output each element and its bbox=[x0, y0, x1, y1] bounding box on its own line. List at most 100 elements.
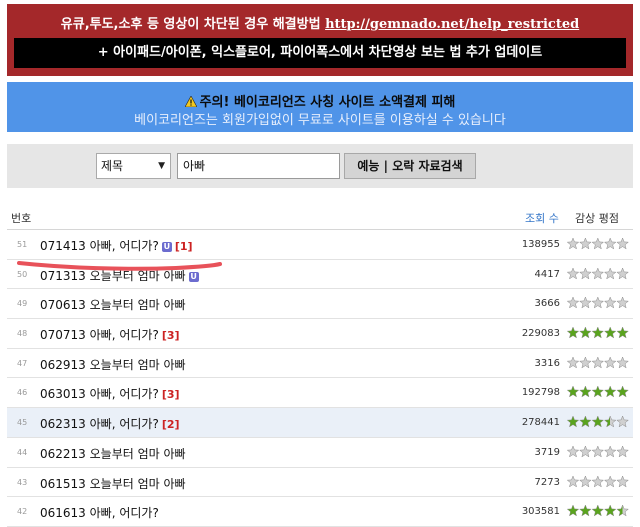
star-icon bbox=[566, 415, 580, 428]
star-rating bbox=[566, 325, 629, 341]
star-icon bbox=[591, 237, 605, 250]
star-icon bbox=[566, 445, 580, 458]
row-views: 3666 bbox=[534, 298, 560, 310]
table-row[interactable]: 44 062213 오늘부터 엄마 아빠 3719 bbox=[7, 437, 633, 468]
table-row[interactable]: 48 070713 아빠, 어디가? [3] 229083 bbox=[7, 319, 633, 349]
star-icon bbox=[591, 415, 605, 428]
table-row[interactable]: 43 061513 오늘부터 엄마 아빠 7273 bbox=[7, 467, 633, 498]
star-icon bbox=[579, 237, 592, 250]
star-icon bbox=[616, 504, 629, 517]
star-icon bbox=[566, 474, 580, 487]
update-banner[interactable]: + 아이패드/아이폰, 익스플로어, 파이어폭스에서 차단영상 보는 법 추가 … bbox=[14, 38, 626, 68]
comment-count: [2] bbox=[161, 418, 180, 432]
header-rating: 감상 평점 bbox=[575, 212, 619, 225]
page: 유큐,투도,소후 등 영상이 차단된 경우 해결방법 http://gemnad… bbox=[0, 0, 640, 527]
header-views[interactable]: 조회 수 bbox=[525, 210, 559, 226]
star-icon bbox=[579, 415, 592, 428]
row-title-link[interactable]: 070713 아빠, 어디가? [3] bbox=[40, 326, 180, 343]
star-icon bbox=[566, 385, 580, 398]
row-number: 44 bbox=[17, 447, 28, 457]
row-title-text: 061513 오늘부터 엄마 아빠 bbox=[40, 476, 186, 491]
updated-badge-icon: U bbox=[188, 271, 199, 282]
star-rating bbox=[566, 295, 629, 311]
row-number: 48 bbox=[17, 329, 28, 339]
star-icon bbox=[603, 474, 617, 487]
row-title-link[interactable]: 061513 오늘부터 엄마 아빠 bbox=[40, 475, 186, 492]
row-title-link[interactable]: 062313 아빠, 어디가? [2] bbox=[40, 415, 180, 432]
row-number: 50 bbox=[17, 269, 28, 279]
row-title-text: 070713 아빠, 어디가? bbox=[40, 328, 159, 343]
star-icon bbox=[579, 356, 592, 369]
restriction-notice: 유큐,투도,소후 등 영상이 차단된 경우 해결방법 http://gemnad… bbox=[7, 4, 633, 76]
row-number: 42 bbox=[17, 507, 28, 517]
star-icon bbox=[591, 474, 605, 487]
star-icon bbox=[591, 385, 605, 398]
star-icon bbox=[616, 267, 629, 280]
star-icon bbox=[603, 504, 617, 517]
table-row[interactable]: 45 062313 아빠, 어디가? [2] 278441 bbox=[7, 408, 633, 438]
star-icon bbox=[616, 237, 629, 250]
row-views: 7273 bbox=[534, 476, 560, 488]
row-title-text: 062913 오늘부터 엄마 아빠 bbox=[40, 357, 186, 372]
star-rating bbox=[566, 503, 629, 519]
table-row[interactable]: 47 062913 오늘부터 엄마 아빠 3316 bbox=[7, 348, 633, 379]
row-title-link[interactable]: 071313 오늘부터 엄마 아빠 U bbox=[40, 267, 199, 284]
star-rating bbox=[566, 474, 629, 490]
warning-title-line: 주의! 베이코리언즈 사칭 사이트 소액결제 피해 bbox=[7, 91, 633, 110]
star-icon bbox=[616, 356, 629, 369]
star-icon bbox=[616, 474, 629, 487]
table-row[interactable]: 50 071313 오늘부터 엄마 아빠 U 4417 bbox=[7, 259, 633, 290]
row-number: 45 bbox=[17, 418, 28, 428]
row-views: 192798 bbox=[521, 387, 560, 399]
star-icon bbox=[616, 385, 629, 398]
row-title-link[interactable]: 071413 아빠, 어디가? U [1] bbox=[40, 237, 193, 254]
star-icon bbox=[603, 445, 617, 458]
row-number: 46 bbox=[17, 388, 28, 398]
table-row[interactable]: 42 061613 아빠, 어디가? 303581 bbox=[7, 497, 633, 527]
star-icon bbox=[603, 356, 617, 369]
row-views: 229083 bbox=[521, 328, 560, 340]
row-title-link[interactable]: 061613 아빠, 어디가? bbox=[40, 504, 159, 521]
row-title-link[interactable]: 062913 오늘부터 엄마 아빠 bbox=[40, 356, 186, 373]
notice-line: 유큐,투도,소후 등 영상이 차단된 경우 해결방법 http://gemnad… bbox=[7, 13, 633, 32]
updated-badge-icon: U bbox=[161, 242, 172, 252]
table-row[interactable]: 46 063013 아빠, 어디가? [3] 192798 bbox=[7, 378, 633, 409]
table-row[interactable]: 49 070613 오늘부터 엄마 아빠 3666 bbox=[7, 289, 633, 320]
search-button[interactable]: 예능 | 오락 자료검색 bbox=[344, 153, 476, 179]
star-icon bbox=[616, 415, 629, 428]
row-title-link[interactable]: 062213 오늘부터 엄마 아빠 bbox=[40, 445, 186, 462]
table-body: 51 071413 아빠, 어디가? U [1] 138955 50 071313 오늘부터… bbox=[7, 230, 633, 527]
row-number: 47 bbox=[17, 358, 28, 368]
star-icon bbox=[603, 267, 617, 280]
comment-count: [1] bbox=[174, 240, 193, 253]
warning-subtitle: 베이코리언즈는 회원가입없이 무료로 사이트를 이용하실 수 있습니다 bbox=[134, 113, 506, 128]
row-title-text: 070613 오늘부터 엄마 아빠 bbox=[40, 298, 186, 313]
table-header: 번호 조회 수 감상 평점 bbox=[7, 205, 633, 230]
row-title-text: 062313 아빠, 어디가? bbox=[40, 417, 159, 432]
row-title-link[interactable]: 070613 오늘부터 엄마 아빠 bbox=[40, 296, 186, 313]
select-value: 제목 bbox=[101, 159, 124, 173]
star-icon bbox=[591, 356, 605, 369]
star-icon bbox=[591, 326, 605, 339]
search-input[interactable]: 아빠 bbox=[177, 153, 340, 179]
star-icon bbox=[579, 326, 592, 339]
search-field-select[interactable]: 제목 ▼ bbox=[96, 153, 171, 179]
notice-text: 유큐,투도,소후 등 영상이 차단된 경우 해결방법 bbox=[60, 17, 326, 32]
star-icon bbox=[603, 385, 617, 398]
comment-count: [3] bbox=[161, 388, 180, 402]
star-icon bbox=[566, 237, 580, 250]
row-title-text: 071313 오늘부터 엄마 아빠 bbox=[40, 268, 186, 283]
star-icon bbox=[616, 445, 629, 458]
header-number: 번호 bbox=[11, 212, 32, 225]
row-title-text: 063013 아빠, 어디가? bbox=[40, 387, 159, 402]
row-title-link[interactable]: 063013 아빠, 어디가? [3] bbox=[40, 385, 180, 402]
star-icon bbox=[579, 385, 592, 398]
row-views: 4417 bbox=[534, 268, 560, 280]
help-link[interactable]: http://gemnado.net/help_restricted bbox=[325, 17, 579, 32]
star-rating bbox=[566, 444, 629, 460]
star-icon bbox=[591, 296, 605, 309]
row-views: 3719 bbox=[534, 446, 560, 458]
star-icon bbox=[566, 296, 580, 309]
row-views: 138955 bbox=[521, 239, 560, 250]
table-row[interactable]: 51 071413 아빠, 어디가? U [1] 138955 bbox=[7, 230, 633, 260]
